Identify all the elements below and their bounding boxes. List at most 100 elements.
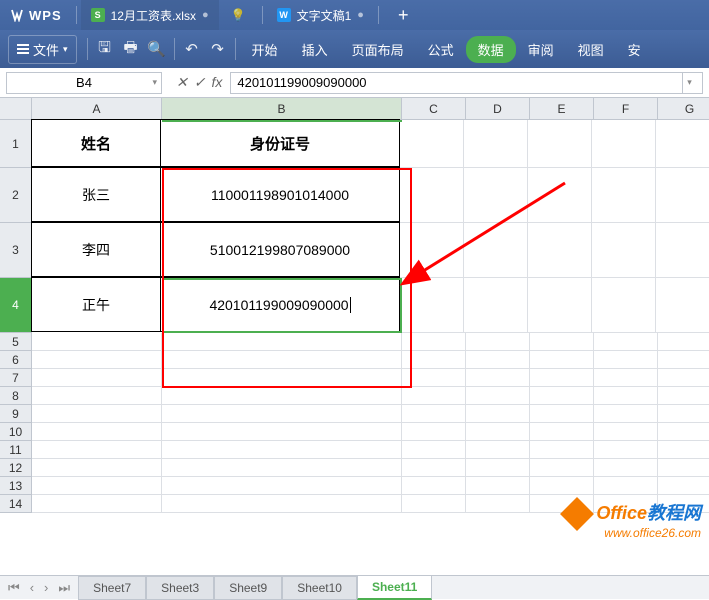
menu-formula[interactable]: 公式 — [416, 34, 466, 65]
cell-E3[interactable] — [528, 223, 592, 278]
document-tab-2[interactable]: W 文字文稿1 ● — [267, 0, 374, 30]
new-tab-button[interactable]: + — [383, 5, 424, 26]
cell[interactable] — [594, 477, 658, 495]
chevron-down-icon[interactable]: ▾ — [682, 72, 696, 94]
cell[interactable] — [402, 387, 466, 405]
cell[interactable] — [466, 351, 530, 369]
redo-icon[interactable]: ↷ — [205, 36, 231, 62]
row-header-4[interactable]: 4 — [0, 278, 32, 333]
cell-D3[interactable] — [464, 223, 528, 278]
cell-A11[interactable] — [32, 441, 162, 459]
cell[interactable] — [658, 369, 709, 387]
cell[interactable] — [594, 405, 658, 423]
cell-B3[interactable]: 510012199807089000 — [160, 222, 400, 277]
cell-B11[interactable] — [162, 441, 402, 459]
cell-A2[interactable]: 张三 — [31, 167, 161, 222]
cell[interactable] — [402, 459, 466, 477]
cell-C1[interactable] — [400, 120, 464, 168]
formula-input[interactable]: 420101199009090000 ▾ — [230, 72, 703, 94]
cell[interactable] — [402, 351, 466, 369]
cell-A12[interactable] — [32, 459, 162, 477]
cell[interactable] — [658, 351, 709, 369]
cell[interactable] — [402, 369, 466, 387]
sheet-tab[interactable]: Sheet10 — [282, 576, 357, 600]
cell-G2[interactable] — [656, 168, 709, 223]
row-header-3[interactable]: 3 — [0, 223, 32, 278]
select-all-corner[interactable] — [0, 98, 32, 120]
menu-security[interactable]: 安 — [616, 34, 653, 65]
row-header-9[interactable]: 9 — [0, 405, 32, 423]
cell[interactable] — [466, 387, 530, 405]
menu-data[interactable]: 数据 — [466, 36, 516, 63]
sheet-tab[interactable]: Sheet3 — [146, 576, 214, 600]
cell[interactable] — [530, 477, 594, 495]
cell-B13[interactable] — [162, 477, 402, 495]
cell-B8[interactable] — [162, 387, 402, 405]
preview-icon[interactable]: 🔍 — [144, 36, 170, 62]
cell-B9[interactable] — [162, 405, 402, 423]
cell[interactable] — [466, 405, 530, 423]
cell[interactable] — [402, 441, 466, 459]
cell-E1[interactable] — [528, 120, 592, 168]
sheet-tab[interactable]: Sheet9 — [214, 576, 282, 600]
cell-C3[interactable] — [400, 223, 464, 278]
cell-A7[interactable] — [32, 369, 162, 387]
undo-icon[interactable]: ↶ — [179, 36, 205, 62]
row-header-1[interactable]: 1 — [0, 120, 32, 168]
file-menu[interactable]: 文件 ▾ — [8, 35, 77, 64]
cell[interactable] — [530, 369, 594, 387]
save-icon[interactable]: 🖫 — [92, 36, 118, 62]
cell-B5[interactable] — [162, 333, 402, 351]
col-header-C[interactable]: C — [402, 98, 466, 120]
cell[interactable] — [594, 369, 658, 387]
cell-E4[interactable] — [528, 278, 592, 333]
cell-A13[interactable] — [32, 477, 162, 495]
cell[interactable] — [466, 477, 530, 495]
col-header-E[interactable]: E — [530, 98, 594, 120]
row-header-2[interactable]: 2 — [0, 168, 32, 223]
cell-B4[interactable]: 420101199009090000 — [160, 277, 400, 332]
cell[interactable] — [530, 387, 594, 405]
cell[interactable] — [658, 333, 709, 351]
row-header-12[interactable]: 12 — [0, 459, 32, 477]
cell-A3[interactable]: 李四 — [31, 222, 161, 277]
spreadsheet-grid[interactable]: A B C D E F G 1 2 3 4 5 6 7 8 9 10 11 12… — [0, 98, 709, 568]
confirm-icon[interactable]: ✓ — [194, 74, 206, 91]
cell-G4[interactable] — [656, 278, 709, 333]
row-header-8[interactable]: 8 — [0, 387, 32, 405]
cell[interactable] — [466, 423, 530, 441]
cell[interactable] — [466, 441, 530, 459]
cell-B12[interactable] — [162, 459, 402, 477]
row-header-5[interactable]: 5 — [0, 333, 32, 351]
cell-A14[interactable] — [32, 495, 162, 513]
col-header-D[interactable]: D — [466, 98, 530, 120]
cell[interactable] — [530, 351, 594, 369]
cell-E2[interactable] — [528, 168, 592, 223]
print-icon[interactable]: 🖶 — [118, 36, 144, 62]
cell-A8[interactable] — [32, 387, 162, 405]
menu-review[interactable]: 审阅 — [516, 34, 566, 65]
cell[interactable] — [658, 459, 709, 477]
cell-B2[interactable]: 110001198901014000 — [160, 167, 400, 222]
col-header-B[interactable]: B — [162, 98, 402, 120]
cancel-icon[interactable]: ✕ — [176, 74, 188, 91]
cell[interactable] — [594, 351, 658, 369]
sheet-tab[interactable]: Sheet7 — [78, 576, 146, 600]
cell[interactable] — [466, 369, 530, 387]
cell-A5[interactable] — [32, 333, 162, 351]
sheet-tab-active[interactable]: Sheet11 — [357, 575, 432, 600]
menu-insert[interactable]: 插入 — [290, 34, 340, 65]
row-header-11[interactable]: 11 — [0, 441, 32, 459]
cell-A4[interactable]: 正午 — [31, 277, 161, 332]
cell[interactable] — [402, 477, 466, 495]
sheet-nav-prev-icon[interactable]: ‹ — [26, 580, 38, 596]
col-header-A[interactable]: A — [32, 98, 162, 120]
cell[interactable] — [530, 459, 594, 477]
row-header-10[interactable]: 10 — [0, 423, 32, 441]
cell-A1[interactable]: 姓名 — [31, 119, 161, 167]
cell[interactable] — [594, 459, 658, 477]
cell[interactable] — [466, 495, 530, 513]
cell-B10[interactable] — [162, 423, 402, 441]
cell-B1[interactable]: 身份证号 — [160, 119, 400, 167]
row-header-14[interactable]: 14 — [0, 495, 32, 513]
